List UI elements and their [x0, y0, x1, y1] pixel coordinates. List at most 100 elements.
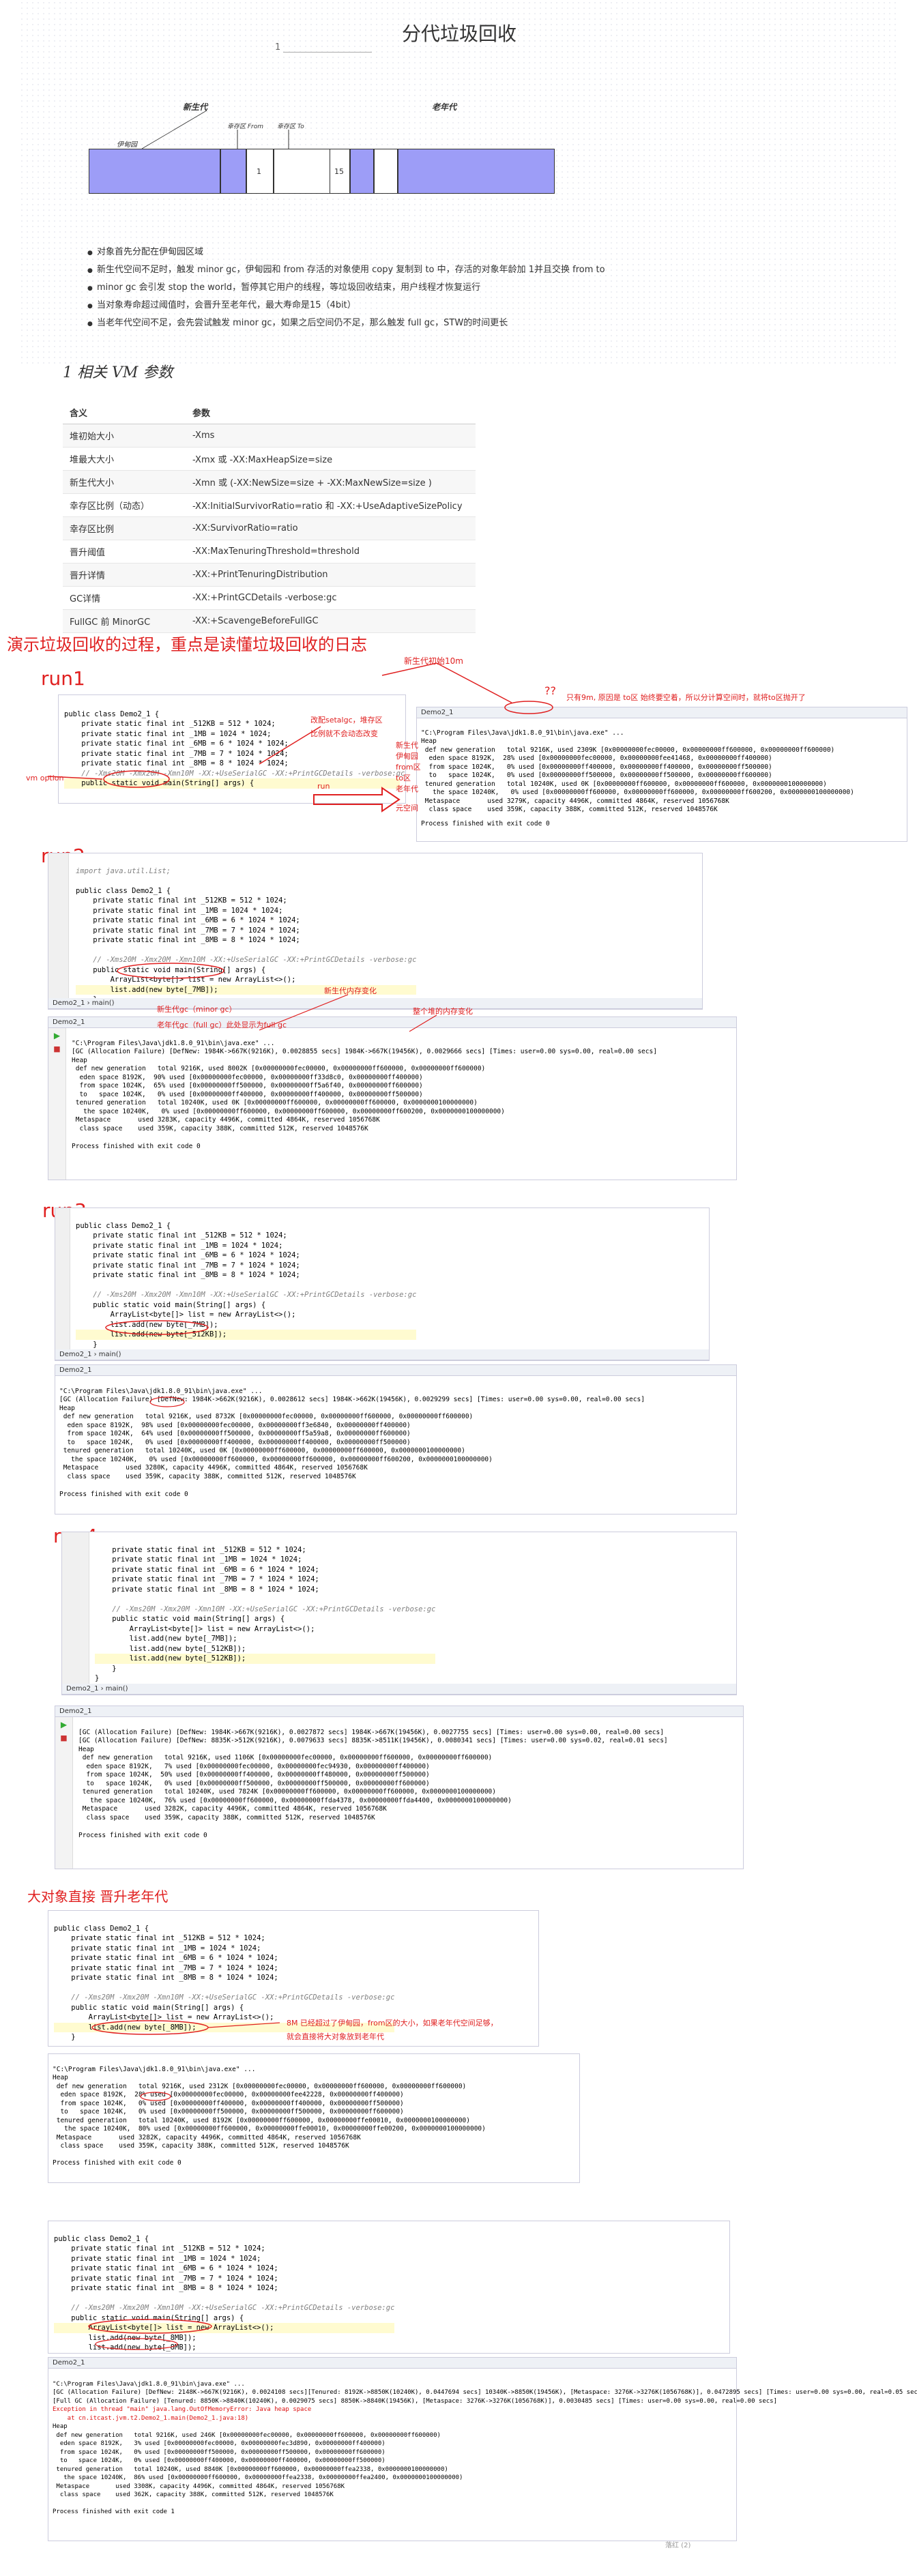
code-line: private static final int _512KB = 512 * …: [95, 1545, 306, 1554]
code-line: private static final int _6MB = 6 * 1024…: [54, 1954, 278, 1962]
console-line: [GC (Allocation Failure) [DefNew: 8835K-…: [78, 1737, 668, 1744]
col-meaning: 含义: [63, 401, 186, 424]
console-line: Metaspace used 3283K, capacity 4496K, co…: [72, 1116, 380, 1124]
young-gen-block: 1: [89, 149, 334, 194]
console-line: class space used 359K, capacity 388K, co…: [59, 1472, 356, 1480]
code-line: private static final int _1MB = 1024 * 1…: [54, 1944, 261, 1952]
table-row: 幸存区比例（动态） -XX:InitialSurvivorRatio=ratio …: [63, 493, 476, 517]
cell: 晋升阈值: [63, 540, 186, 564]
console-line: tenured generation total 10240K, used 0K…: [59, 1447, 465, 1454]
code-line: private static final int _1MB = 1024 * 1…: [76, 906, 283, 915]
console-line: Process finished with exit code 0: [59, 1491, 188, 1498]
code-line: private static final int _8MB = 8 * 1024…: [95, 1585, 319, 1594]
code-line: private static final int _7MB = 7 * 1024…: [76, 1261, 300, 1270]
editor-breadcrumb[interactable]: Demo2_1 › main(): [62, 1684, 736, 1695]
gc-bullet-list: 对象首先分配在伊甸园区域 新生代空间不足时，触发 minor gc，伊甸园和 f…: [87, 246, 606, 334]
console-line: at cn.itcast.jvm.t2.Demo2_1.main(Demo2_1…: [53, 2414, 249, 2422]
console-line: class space used 359K, capacity 388K, co…: [53, 2142, 349, 2150]
old-cell-15: 15: [330, 149, 350, 194]
code-line: private static final int _8MB = 8 * 1024…: [54, 1974, 278, 1982]
console-line: the space 10240K, 0% used [0x00000000ff6…: [59, 1455, 493, 1463]
cell: 幸存区比例（动态）: [63, 493, 186, 517]
cell: -Xmx 或 -XX:MaxHeapSize=size: [186, 447, 476, 471]
console-line: tenured generation total 10240K, used 0K…: [72, 1099, 478, 1107]
run2-console: "C:\Program Files\Java\jdk1.8.0_91\bin\j…: [72, 1031, 657, 1169]
code-line: public class Demo2_1 {: [76, 1221, 171, 1230]
code-line: // -Xms20M -Xmx20M -Xmn10M -XX:+UseSeria…: [76, 1291, 417, 1299]
code-line: private static final int _7MB = 7 * 1024…: [95, 1575, 319, 1583]
code-line: private static final int _1MB = 1024 * 1…: [76, 1241, 283, 1250]
run4-console: [GC (Allocation Failure) [DefNew: 1984K-…: [78, 1720, 668, 1858]
console-line: from space 1024K, 0% used [0x00000000ff5…: [53, 2448, 385, 2456]
code-line: public class Demo2_1 {: [54, 2234, 149, 2243]
console-line: Heap: [72, 1056, 87, 1064]
cell: -XX:SurvivorRatio=ratio: [186, 516, 476, 540]
code-line: private static final int _8MB = 8 * 1024…: [76, 1271, 300, 1279]
console-line: tenured generation total 10240K, used 81…: [53, 2116, 470, 2124]
run1-arrows: [47, 662, 553, 813]
code-line: private static final int _512KB = 512 * …: [76, 896, 287, 905]
console-line: [GC (Allocation Failure) [DefNew: 1984K-…: [78, 1728, 664, 1736]
vm-params-table: 含义 参数 堆初始大小 -Xms 堆最大大小 -Xmx 或 -XX:MaxHeapSi…: [63, 401, 476, 633]
console-line: tenured generation total 10240K, used 88…: [53, 2465, 448, 2473]
code-line: private static final int _6MB = 6 * 1024…: [95, 1565, 319, 1574]
console-line: from space 1024K, 65% used [0x00000000ff…: [72, 1082, 423, 1089]
table-row: 晋升详情 -XX:+PrintTenuringDistribution: [63, 563, 476, 587]
console-line: to space 1024K, 0% used [0x00000000ff400…: [72, 1090, 423, 1098]
table-row: GC详情 -XX:+PrintGCDetails -verbose:gc: [63, 586, 476, 610]
console-line: Process finished with exit code 0: [53, 2158, 181, 2167]
code-line: private static final int _8MB = 8 * 1024…: [76, 936, 300, 944]
console-line: Metaspace used 3282K, capacity 4496K, co…: [53, 2133, 361, 2141]
console-line: class space used 359K, capacity 388K, co…: [78, 1813, 375, 1821]
console-line: to space 1024K, 0% used [0x00000000ff400…: [53, 2457, 385, 2464]
code-line: private static final int _512KB = 512 * …: [54, 1934, 265, 1942]
code-line: private static final int _6MB = 6 * 1024…: [76, 916, 300, 924]
console-line: the space 10240K, 80% used [0x00000000ff…: [53, 2125, 486, 2133]
console-line: eden space 8192K, 98% used [0x00000000fe…: [59, 1421, 411, 1429]
console-line: Heap: [78, 1745, 94, 1753]
old-gen-block: 15: [330, 149, 555, 194]
code-line: private static final int _7MB = 7 * 1024…: [76, 926, 300, 935]
code-line: list.add(new byte[_7MB]);: [95, 1635, 237, 1643]
code-line: ArrayList<byte[]> list = new ArrayList<>…: [95, 1624, 315, 1633]
cell: GC详情: [63, 586, 186, 610]
old-cell-a: [350, 149, 374, 194]
stop-icon[interactable]: ■: [55, 1733, 72, 1742]
table-row: 幸存区比例 -XX:SurvivorRatio=ratio: [63, 516, 476, 540]
table-row: 堆最大大小 -Xmx 或 -XX:MaxHeapSize=size: [63, 447, 476, 471]
cell: FullGC 前 MinorGC: [63, 609, 186, 633]
run4-console-panel: Demo2_1 ▶ ■ [GC (Allocation Failure) [De…: [55, 1706, 744, 1869]
console-line: eden space 8192K, 3% used [0x00000000fec…: [53, 2440, 385, 2447]
console-line: Heap: [53, 2423, 68, 2430]
console-line: to space 1024K, 0% used [0x00000000ff400…: [59, 1438, 411, 1446]
code-line: import java.util.List;: [76, 866, 171, 875]
code-line: private static final int _512KB = 512 * …: [76, 1231, 287, 1240]
console-line: Process finished with exit code 0: [78, 1832, 207, 1839]
cell: -Xms: [186, 424, 476, 448]
console-line: Metaspace used 3282K, capacity 4496K, co…: [78, 1805, 387, 1813]
code-line: private static final int _512KB = 512 * …: [54, 2244, 265, 2253]
rerun-icon[interactable]: ▶: [55, 1720, 72, 1729]
cell: -XX:MaxTenuringThreshold=threshold: [186, 540, 476, 564]
console-line: from space 1024K, 64% used [0x00000000ff…: [59, 1430, 411, 1437]
to-survivor: [274, 149, 334, 194]
cell: -XX:+PrintTenuringDistribution: [186, 563, 476, 587]
code-line: private static final int _6MB = 6 * 1024…: [76, 1251, 300, 1259]
run-tab[interactable]: Demo2_1: [48, 2358, 736, 2369]
code-line: }: [95, 1664, 117, 1673]
cell: 堆最大大小: [63, 447, 186, 471]
code-line: public static void main(String[] args) {: [76, 1300, 266, 1309]
run-toolbar: ▶ ■: [48, 1028, 66, 1180]
code-line: public static void main(String[] args) {: [95, 1615, 285, 1623]
code-line: list.add(new byte[_512KB]);: [95, 1654, 436, 1664]
console-line: "C:\Program Files\Java\jdk1.8.0_91\bin\j…: [53, 2380, 245, 2388]
eden-region: [89, 149, 220, 194]
cell: -XX:InitialSurvivorRatio=ratio 和 -XX:+Us…: [186, 493, 476, 517]
console-line: Process finished with exit code 0: [421, 819, 550, 828]
bullet-item: minor gc 会引发 stop the world，暂停其它用户的线程，等垃…: [87, 281, 606, 295]
oom-console: "C:\Program Files\Java\jdk1.8.0_91\bin\j…: [53, 2371, 917, 2533]
console-line: def new generation total 9216K, used 110…: [78, 1754, 493, 1761]
console-line: eden space 8192K, 7% used [0x00000000fec…: [78, 1762, 430, 1770]
run-tab[interactable]: Demo2_1: [55, 1706, 743, 1717]
console-line: the space 10240K, 76% used [0x00000000ff…: [78, 1796, 512, 1804]
